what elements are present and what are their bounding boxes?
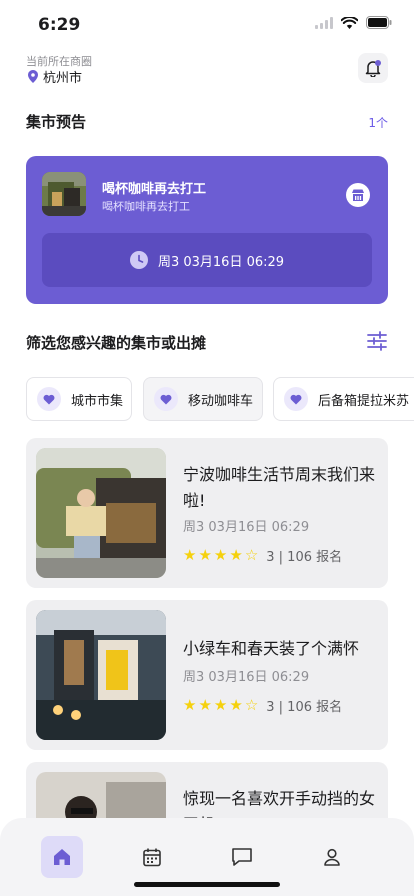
star-icon: ★ [213, 546, 228, 564]
bell-icon [365, 60, 381, 77]
filter-section-title: 筛选您感兴趣的集市或出摊 [26, 334, 207, 352]
preview-card[interactable]: 喝杯咖啡再去打工 喝杯咖啡再去打工 周3 03月16日 06:29 [26, 156, 388, 304]
preview-card-subtitle: 喝杯咖啡再去打工 [102, 200, 190, 213]
preview-count[interactable]: 1个 [368, 114, 388, 131]
preview-datetime-box: 周3 03月16日 06:29 [42, 233, 372, 287]
preview-card-action[interactable] [346, 183, 370, 207]
clock-icon [129, 251, 148, 269]
preview-datetime: 周3 03月16日 06:29 [157, 254, 285, 270]
tab-profile[interactable] [311, 836, 353, 878]
status-time: 6:29 [38, 15, 81, 35]
event-date: 周3 03月16日 06:29 [183, 670, 310, 685]
filter-chip[interactable]: 移动咖啡车 [143, 377, 263, 421]
filter-chip-label: 城市市集 [71, 393, 124, 409]
filter-settings-icon[interactable] [366, 331, 388, 351]
filter-chip-label: 移动咖啡车 [188, 393, 254, 409]
filter-chip[interactable]: 后备箱提拉米苏 [273, 377, 414, 421]
heart-icon [154, 387, 178, 411]
event-rating: ★ ★ ★ ★ ☆ 3 | 106 报名 [183, 546, 343, 566]
event-image [36, 610, 166, 740]
event-rating: ★ ★ ★ ★ ☆ 3 | 106 报名 [183, 696, 343, 716]
star-half-icon: ☆ [244, 696, 259, 714]
location-selector[interactable]: 杭州市 [28, 67, 82, 86]
chat-icon [232, 848, 252, 866]
notification-button[interactable] [358, 53, 388, 83]
tab-home[interactable] [41, 836, 83, 878]
star-icon: ★ [183, 696, 197, 714]
star-icon: ★ [229, 696, 243, 714]
profile-icon [324, 848, 340, 866]
home-icon [54, 849, 70, 865]
signal-icon [315, 16, 333, 29]
location-pin-icon [28, 70, 38, 83]
star-icon: ★ [229, 546, 243, 564]
event-card[interactable]: 宁波咖啡生活节周末我们来啦! 周3 03月16日 06:29 ★ ★ ★ ★ ☆… [26, 438, 388, 588]
preview-section-title: 集市预告 [26, 113, 87, 131]
home-indicator [134, 882, 280, 887]
wifi-icon [341, 16, 358, 29]
tab-calendar[interactable] [131, 836, 173, 878]
star-half-icon: ☆ [244, 546, 259, 564]
event-title: 宁波咖啡生活节周末我们来啦! [183, 465, 376, 510]
event-meta: 3 | 106 报名 [266, 550, 343, 565]
status-bar: 6:29 [0, 0, 414, 50]
status-icons [315, 16, 392, 29]
star-icon: ★ [198, 546, 212, 564]
star-icon: ★ [198, 696, 212, 714]
tab-messages[interactable] [221, 836, 263, 878]
heart-icon [284, 387, 308, 411]
heart-icon [37, 387, 61, 411]
battery-icon [366, 16, 392, 29]
star-icon: ★ [213, 696, 228, 714]
preview-card-title: 喝杯咖啡再去打工 [102, 182, 207, 197]
stall-icon [352, 189, 364, 201]
event-card[interactable]: 小绿车和春天装了个满怀 周3 03月16日 06:29 ★ ★ ★ ★ ☆ 3 … [26, 600, 388, 750]
event-meta: 3 | 106 报名 [266, 700, 343, 715]
location-city: 杭州市 [43, 71, 83, 86]
filter-chip-list: 城市市集 移动咖啡车 后备箱提拉米苏 [26, 377, 414, 421]
event-title: 小绿车和春天装了个满怀 [183, 639, 360, 658]
star-icon: ★ [183, 546, 197, 564]
filter-chip[interactable]: 城市市集 [26, 377, 132, 421]
calendar-icon [143, 848, 161, 867]
filter-chip-label: 后备箱提拉米苏 [318, 393, 410, 409]
event-image [36, 448, 166, 578]
event-date: 周3 03月16日 06:29 [183, 520, 310, 535]
preview-thumbnail [42, 172, 86, 216]
